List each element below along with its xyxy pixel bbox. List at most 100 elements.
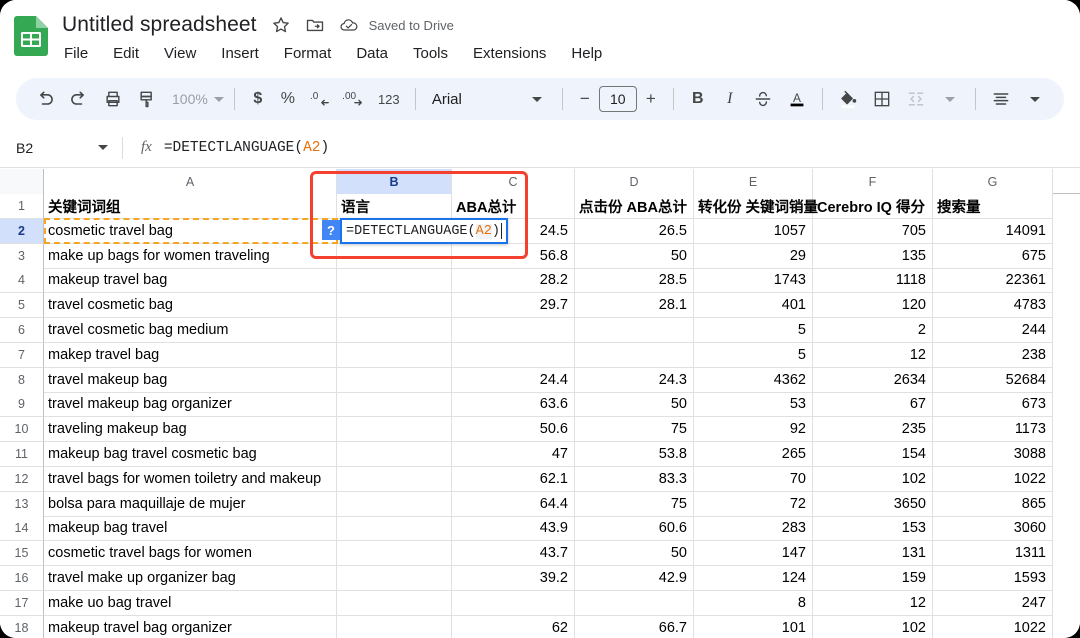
menu-edit[interactable]: Edit	[111, 44, 141, 63]
formula-help-badge[interactable]: ?	[322, 220, 340, 240]
cell-C8[interactable]: 24.4	[452, 368, 575, 393]
spreadsheet-grid[interactable]: ABCDEFG 123456789101112131415161718 关键词词…	[0, 169, 1080, 638]
column-header-d[interactable]: D	[575, 169, 694, 194]
cell-D5[interactable]: 28.1	[575, 293, 694, 318]
menu-insert[interactable]: Insert	[219, 44, 261, 63]
formula-input[interactable]: =DETECTLANGUAGE(A2)	[164, 140, 329, 156]
row-header-13[interactable]: 13	[0, 492, 44, 517]
cell-A8[interactable]: travel makeup bag	[44, 368, 337, 393]
cell-C17[interactable]	[452, 591, 575, 616]
cell-B11[interactable]	[337, 442, 452, 467]
more-formats-icon[interactable]: 123	[371, 82, 407, 116]
cell-A2[interactable]: cosmetic travel bag	[44, 219, 337, 244]
column-header-e[interactable]: E	[694, 169, 813, 194]
print-icon[interactable]	[96, 82, 130, 116]
cell-D9[interactable]: 50	[575, 392, 694, 417]
redo-icon[interactable]	[62, 82, 96, 116]
cell-F6[interactable]: 2	[813, 318, 933, 343]
horizontal-align-icon[interactable]	[984, 82, 1018, 116]
cell-A1[interactable]: 关键词词组	[44, 194, 337, 219]
cell-B16[interactable]	[337, 566, 452, 591]
column-header-b[interactable]: B	[337, 169, 452, 194]
cell-G4[interactable]: 22361	[933, 268, 1053, 293]
cell-F11[interactable]: 154	[813, 442, 933, 467]
cell-B6[interactable]	[337, 318, 452, 343]
select-all-corner[interactable]	[0, 169, 44, 194]
row-header-14[interactable]: 14	[0, 516, 44, 541]
cell-F4[interactable]: 1118	[813, 268, 933, 293]
cell-E13[interactable]: 72	[694, 492, 813, 517]
cell-E2[interactable]: 1057	[694, 219, 813, 244]
row-header-12[interactable]: 12	[0, 467, 44, 492]
cell-G7[interactable]: 238	[933, 343, 1053, 368]
menu-file[interactable]: File	[62, 44, 90, 63]
cell-E9[interactable]: 53	[694, 392, 813, 417]
borders-icon[interactable]	[865, 82, 899, 116]
row-header-2[interactable]: 2	[0, 219, 44, 244]
cell-G16[interactable]: 1593	[933, 566, 1053, 591]
cell-G13[interactable]: 865	[933, 492, 1053, 517]
menu-data[interactable]: Data	[354, 44, 390, 63]
cell-B3[interactable]	[337, 244, 452, 269]
cell-F13[interactable]: 3650	[813, 492, 933, 517]
cell-E6[interactable]: 5	[694, 318, 813, 343]
cell-D2[interactable]: 26.5	[575, 219, 694, 244]
currency-format-icon[interactable]: $	[243, 82, 273, 116]
column-header-c[interactable]: C	[452, 169, 575, 194]
cell-D15[interactable]: 50	[575, 541, 694, 566]
cell-F17[interactable]: 12	[813, 591, 933, 616]
cell-C18[interactable]: 62	[452, 616, 575, 638]
cell-C1[interactable]: ABA总计	[452, 194, 575, 219]
cell-C12[interactable]: 62.1	[452, 467, 575, 492]
row-header-9[interactable]: 9	[0, 392, 44, 417]
cell-E3[interactable]: 29	[694, 244, 813, 269]
menu-format[interactable]: Format	[282, 44, 334, 63]
cell-A9[interactable]: travel makeup bag organizer	[44, 392, 337, 417]
cell-G5[interactable]: 4783	[933, 293, 1053, 318]
row-header-6[interactable]: 6	[0, 318, 44, 343]
cell-B9[interactable]	[337, 392, 452, 417]
menu-help[interactable]: Help	[569, 44, 604, 63]
cell-B12[interactable]	[337, 467, 452, 492]
cell-F1[interactable]: Cerebro IQ 得分	[813, 194, 933, 219]
cell-F8[interactable]: 2634	[813, 368, 933, 393]
align-chevron-icon[interactable]	[1018, 82, 1052, 116]
cell-D17[interactable]	[575, 591, 694, 616]
cell-E1[interactable]: 转化份 关键词销量	[694, 194, 813, 219]
percent-format-icon[interactable]: %	[273, 82, 303, 116]
row-header-7[interactable]: 7	[0, 343, 44, 368]
strikethrough-icon[interactable]	[746, 82, 780, 116]
cell-A18[interactable]: makeup travel bag organizer	[44, 616, 337, 638]
cell-E18[interactable]: 101	[694, 616, 813, 638]
cell-G9[interactable]: 673	[933, 392, 1053, 417]
row-header-17[interactable]: 17	[0, 591, 44, 616]
cell-E11[interactable]: 265	[694, 442, 813, 467]
row-header-3[interactable]: 3	[0, 244, 44, 269]
cell-G14[interactable]: 3060	[933, 516, 1053, 541]
cell-F18[interactable]: 102	[813, 616, 933, 638]
row-header-5[interactable]: 5	[0, 293, 44, 318]
cell-A16[interactable]: travel make up organizer bag	[44, 566, 337, 591]
cell-G11[interactable]: 3088	[933, 442, 1053, 467]
row-header-18[interactable]: 18	[0, 616, 44, 638]
cell-B1[interactable]: 语言	[337, 194, 452, 219]
cell-C10[interactable]: 50.6	[452, 417, 575, 442]
cell-E4[interactable]: 1743	[694, 268, 813, 293]
star-icon[interactable]	[271, 15, 291, 35]
cell-C6[interactable]	[452, 318, 575, 343]
cell-G12[interactable]: 1022	[933, 467, 1053, 492]
row-header-8[interactable]: 8	[0, 368, 44, 393]
column-header-a[interactable]: A	[44, 169, 337, 194]
cell-G6[interactable]: 244	[933, 318, 1053, 343]
cell-A3[interactable]: make up bags for women traveling	[44, 244, 337, 269]
cell-G1[interactable]: 搜索量	[933, 194, 1053, 219]
cell-F5[interactable]: 120	[813, 293, 933, 318]
row-header-10[interactable]: 10	[0, 417, 44, 442]
cell-A17[interactable]: make uo bag travel	[44, 591, 337, 616]
decrease-font-size-button[interactable]: −	[571, 82, 599, 116]
cell-D7[interactable]	[575, 343, 694, 368]
cell-D8[interactable]: 24.3	[575, 368, 694, 393]
cell-D11[interactable]: 53.8	[575, 442, 694, 467]
row-header-1[interactable]: 1	[0, 194, 44, 219]
cell-D4[interactable]: 28.5	[575, 268, 694, 293]
